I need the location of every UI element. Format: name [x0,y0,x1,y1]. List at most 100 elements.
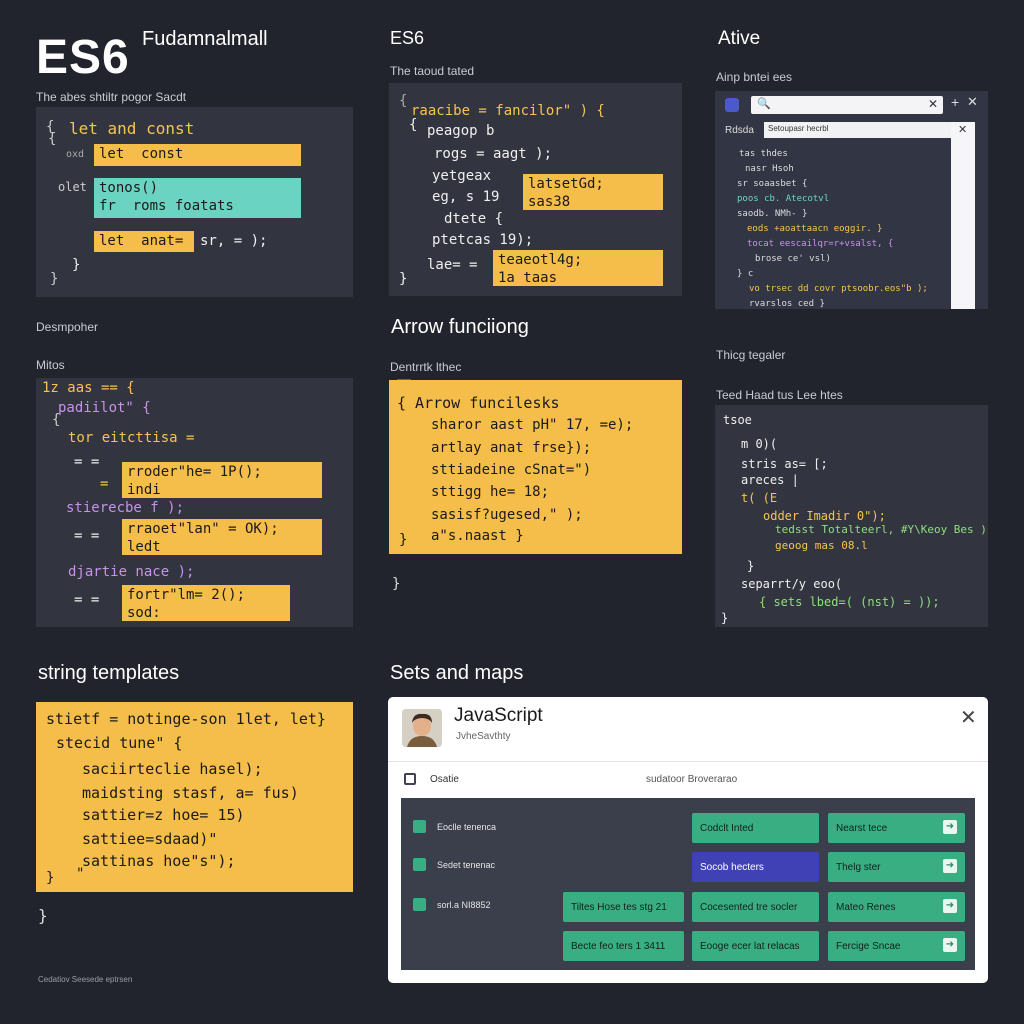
section-title-string-templates: string templates [38,662,180,684]
code-line: separrt/y eoo( [741,577,843,591]
grid-button[interactable]: Cocesented tre socler [692,892,819,922]
code-line: { sets lbed=( (nst) = )); [759,595,940,609]
section-caption: Desmpoher [36,320,99,334]
code-line: tedsst Totalteerl, #Y\Keoy Bes ); [775,523,988,536]
row-label: Sedet tenenac [437,860,496,870]
section-caption: Teed Haad tus Lee htes [716,388,843,402]
section-caption: The taoud tated [390,64,475,78]
section-title-arrow-functions: Arrow funciiong [391,316,529,338]
code-panel-functions: { raacibe = fancilor" ) { { peagop b rog… [389,83,682,296]
code-line: sattinas hoe"s"); [82,852,236,870]
code-line: rvarslos ced } [749,299,825,309]
code-line: m 0)( [741,437,778,451]
button-label: Eooge ecer lat relacas [700,940,800,952]
code-line: t( (E [741,491,778,505]
code-line: sr soaasbet { [737,179,808,189]
grid-button[interactable]: Tiltes Hose tes stg 21 [563,892,684,922]
code-line: raacibe = fancilor" ) { [411,103,605,119]
code-label: oxd [66,149,85,160]
button-label: Mateo Renes [836,901,896,913]
add-icon[interactable]: + [951,94,959,110]
brace: } [721,611,729,625]
row-label: sorl.a NI8852 [437,900,491,910]
grid-button[interactable]: Eooge ecer lat relacas [692,931,819,961]
grid-button[interactable]: Thelg ster ➜ [828,852,965,882]
section-title-es6: ES6 [390,28,425,48]
grid-button[interactable]: Codclt Inted [692,813,819,843]
section-caption: Ainp bntei ees [716,70,793,84]
arrow-icon: ➜ [943,938,957,952]
grid-button[interactable]: Nearst tece ➜ [828,813,965,843]
highlight-block: latsetGd; sas38 [523,174,663,210]
button-label: Fercige Sncae [836,940,901,952]
brace: } [392,576,401,592]
code-line: tsoe [723,413,752,427]
section-caption: Dentrrtk lthec [390,360,462,374]
brace: } [46,870,55,886]
row-icon [413,898,426,911]
close-icon[interactable]: ✕ [958,123,967,136]
code-line: vo trsec dd covr ptsoobr.eos"b ); [749,284,928,294]
code-line: saodb. NMh- } [737,209,808,219]
code-panel-arrow-functions: { Arrow funcilesks sharor aast pH" 17, =… [389,380,682,554]
brace: } [50,271,59,287]
brace: { [399,93,408,109]
close-icon[interactable]: ✕ [928,97,938,111]
app-window: JavaScript JvheSavthty ✕ Osatie sudatoor… [388,697,988,983]
code-line: maidsting stasf, a= fus) [82,784,299,802]
highlight-block: rraoet"lan" = OK); ledt [122,519,322,555]
code-label: olet [58,180,87,194]
code-line: padiilot" { [58,400,151,416]
code-line: peagop b [427,123,495,139]
brace: } [38,906,48,925]
row-label: Eoclle tenenca [437,822,497,832]
row-icon [413,858,426,871]
code-line: lae= [427,257,461,273]
toolbar-center-label: sudatoor Broverarao [646,774,738,785]
highlight-block: fortr"lm= 2(); sod: [122,585,290,621]
code-panel-string-templates: stietf = notinge-son 1let, let} stecid t… [36,702,353,892]
arrow-icon: ➜ [943,820,957,834]
section-caption: Mitos [36,358,65,372]
page-title: Fudamnalmall [142,28,268,50]
code-line: sttiadeine cSnat=") [431,462,592,478]
close-icon[interactable]: ✕ [960,705,977,730]
brace: { [48,131,57,147]
code-line: a"s.naast } [431,528,524,544]
code-line: stierecbe f ); [66,500,185,516]
code-line: stietf = notinge-son 1let, let} [46,710,326,728]
highlight-block: rroder"he= 1P(); indi [122,462,322,498]
code-line: poos cb. Atecotvl [737,194,830,204]
code-line: geoog mas 08.l [775,539,868,552]
editor-window: 🔍 ✕ + ✕ Rdsda Setoupasr hecrbl ✕ tas thd… [715,91,988,309]
button-label: Becte feo ters 1 3411 [571,940,666,952]
code-line: nasr Hsoh [745,164,794,174]
code-line: = [100,476,109,492]
dialog-field[interactable]: Setoupasr hecrbl [764,122,974,138]
grid-button[interactable]: Socob hecters [692,852,819,882]
grid-button[interactable]: Becte feo ters 1 3411 [563,931,684,961]
row-icon [413,820,426,833]
code-line: " [76,866,85,882]
grid-button[interactable]: Fercige Sncae ➜ [828,931,965,961]
address-bar[interactable]: 🔍 ✕ [751,96,943,114]
code-line: sattiee=sdaad)" [82,830,218,848]
code-line: = = [74,528,100,544]
close-icon[interactable]: ✕ [967,94,978,110]
code-line: odder Imadir 0"); [763,509,886,523]
code-line: } c [737,269,754,279]
grid-button[interactable]: Mateo Renes ➜ [828,892,965,922]
brace: } [72,257,81,273]
code-line: eods +aoattaacn eoggir. } [747,224,883,234]
code-line: sttigg he= 18; [431,484,550,500]
button-label: Codclt Inted [700,822,754,834]
code-line: { Arrow funcilesks [397,394,560,412]
code-line: djartie nace ); [68,564,195,580]
button-label: Tiltes Hose tes stg 21 [571,901,667,913]
highlight-block: tonos() fr roms foatats [94,178,301,218]
app-icon [725,98,739,112]
code-text: eg, s 19 [432,189,500,205]
toolbar-icon [404,773,416,785]
dialog-field-text: Setoupasr hecrbl [768,124,829,133]
code-line: = = [74,592,100,608]
